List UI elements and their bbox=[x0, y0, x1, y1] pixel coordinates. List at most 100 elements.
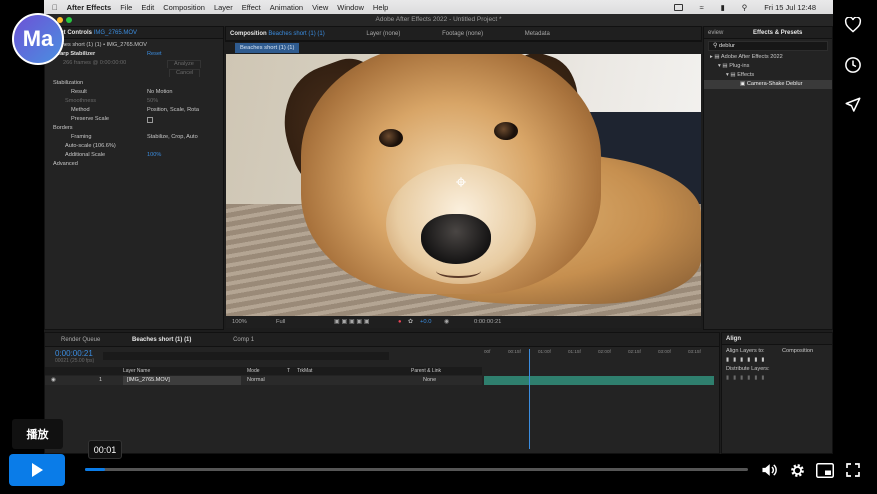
param-smoothness[interactable]: Smoothness 50% bbox=[49, 97, 219, 106]
clock-icon[interactable] bbox=[842, 54, 864, 76]
gear-icon[interactable] bbox=[787, 461, 807, 479]
zoom-icon[interactable] bbox=[66, 17, 72, 23]
color-channel-icon[interactable]: ● bbox=[398, 316, 402, 328]
avatar[interactable]: Ma bbox=[12, 13, 64, 65]
timeline-comp-tab[interactable]: Beaches short (1) (1) bbox=[132, 337, 191, 343]
menu-animation[interactable]: Animation bbox=[270, 3, 303, 12]
playhead[interactable] bbox=[529, 349, 530, 449]
search-icon[interactable]: ⚲ bbox=[742, 3, 748, 12]
menu-view[interactable]: View bbox=[312, 3, 328, 12]
effects-search-value: deblur bbox=[718, 43, 735, 49]
param-borders[interactable]: Borders bbox=[49, 124, 219, 133]
play-button[interactable] bbox=[9, 454, 65, 486]
composition-tab[interactable]: Composition bbox=[230, 31, 267, 37]
menu-window[interactable]: Window bbox=[337, 3, 364, 12]
folder-icon: ▾ ▤ bbox=[726, 72, 738, 78]
param-stabilization[interactable]: Stabilization bbox=[49, 79, 219, 88]
layer-name[interactable]: [IMG_2765.MOV] bbox=[123, 376, 241, 385]
menu-edit[interactable]: Edit bbox=[141, 3, 154, 12]
pip-icon[interactable] bbox=[815, 461, 835, 479]
param-advanced[interactable]: Advanced bbox=[49, 160, 219, 169]
composition-tab-name[interactable]: Beaches short (1) (1) bbox=[268, 31, 324, 37]
layer-tab[interactable]: Layer (none) bbox=[366, 31, 400, 37]
eye-icon[interactable]: ◉ bbox=[51, 376, 56, 385]
cancel-button[interactable]: Cancel bbox=[169, 69, 201, 77]
exposure-icon[interactable]: ✿ bbox=[408, 316, 413, 328]
render-queue-tab[interactable]: Render Queue bbox=[61, 337, 100, 343]
preserve-scale-checkbox[interactable] bbox=[147, 117, 153, 123]
preview-tab[interactable]: eview bbox=[708, 30, 723, 36]
layer-mode-dropdown[interactable]: Normal bbox=[247, 376, 265, 385]
tree-item[interactable]: ▾ ▤ Effects bbox=[704, 71, 832, 80]
distribute-label: Distribute Layers: bbox=[726, 366, 770, 372]
composition-chip[interactable]: Beaches short (1) (1) bbox=[235, 43, 300, 53]
framing-dropdown[interactable]: Stabilize, Crop, Auto bbox=[147, 133, 198, 142]
anchor-point-icon[interactable] bbox=[456, 177, 466, 187]
viewer-toggle-icons[interactable]: ▣▣▣▣▣ bbox=[334, 316, 371, 328]
dog-eye-right bbox=[494, 122, 518, 140]
layer-columns-header: Layer Name Mode T TrkMat Parent & Link bbox=[45, 367, 482, 375]
viewer-timecode[interactable]: 0:00:00:21 bbox=[474, 316, 501, 328]
align-tab[interactable]: Align bbox=[722, 333, 832, 345]
align-to-dropdown[interactable]: Composition bbox=[782, 347, 813, 356]
footage-tab[interactable]: Footage (none) bbox=[442, 31, 483, 37]
volume-icon[interactable] bbox=[759, 461, 779, 479]
tree-item-selected[interactable]: ▣ Camera-Shake Deblur bbox=[704, 80, 832, 89]
param-auto-scale[interactable]: Auto-scale (106.6%) bbox=[49, 142, 219, 151]
screen-record-icon[interactable] bbox=[673, 3, 683, 11]
composition-viewer[interactable] bbox=[226, 54, 701, 316]
result-dropdown[interactable]: No Motion bbox=[147, 88, 209, 97]
progress-bar[interactable] bbox=[85, 468, 748, 471]
fullscreen-icon[interactable] bbox=[843, 461, 863, 479]
battery-icon[interactable]: ▮ bbox=[721, 3, 725, 12]
menu-file[interactable]: File bbox=[120, 3, 132, 12]
tree-item[interactable]: ▸ ▤ Adobe After Effects 2022 bbox=[704, 53, 832, 62]
current-time[interactable]: 0:00:00:21 bbox=[55, 349, 93, 358]
ruler-tick: 01:15f bbox=[568, 349, 581, 354]
wifi-icon[interactable]: ≈ bbox=[700, 3, 704, 12]
layer-parent-dropdown[interactable]: None bbox=[423, 376, 436, 385]
param-result[interactable]: Result No Motion bbox=[49, 88, 219, 97]
menu-after-effects[interactable]: After Effects bbox=[67, 3, 112, 12]
dog-mouth bbox=[436, 264, 481, 278]
menu-effect[interactable]: Effect bbox=[242, 3, 261, 12]
exposure-value[interactable]: +0.0 bbox=[420, 316, 431, 328]
time-ruler[interactable]: 00f 00:15f 01:00f 01:15f 02:00f 02:15f 0… bbox=[484, 349, 716, 357]
align-buttons[interactable]: ▮▮▮▮▮▮ bbox=[722, 356, 832, 365]
resolution-dropdown[interactable]: Full bbox=[276, 316, 285, 328]
zoom-dropdown[interactable]: 100% bbox=[232, 316, 247, 328]
heart-icon[interactable] bbox=[842, 14, 864, 36]
distribute-buttons[interactable]: ▮▮▮▮▮▮ bbox=[722, 374, 832, 383]
param-method[interactable]: Method Position, Scale, Rota bbox=[49, 106, 219, 115]
composition-tabs: Composition Beaches short (1) (1) Layer … bbox=[226, 27, 701, 41]
smoothness-value[interactable]: 50% bbox=[147, 97, 158, 106]
effect-icon: ▣ bbox=[740, 81, 747, 87]
param-framing[interactable]: Framing Stabilize, Crop, Auto bbox=[49, 133, 219, 142]
effect-header[interactable]: Warp Stabilizer Reset bbox=[49, 50, 219, 59]
apple-icon[interactable]:  bbox=[52, 3, 58, 12]
layer-track-bar[interactable] bbox=[484, 376, 714, 385]
comp1-tab[interactable]: Comp 1 bbox=[233, 337, 254, 343]
effect-controls-tab-file: IMG_2765.MOV bbox=[93, 30, 138, 36]
effects-presets-tab[interactable]: Effects & Presets bbox=[753, 30, 802, 36]
menu-composition[interactable]: Composition bbox=[163, 3, 205, 12]
tree-item[interactable]: ▾ ▤ Plug-ins bbox=[704, 62, 832, 71]
menu-help[interactable]: Help bbox=[373, 3, 388, 12]
analyze-button[interactable]: Analyze bbox=[167, 60, 201, 68]
metadata-tab[interactable]: Metadata bbox=[525, 31, 550, 37]
send-icon[interactable] bbox=[842, 94, 864, 116]
method-dropdown[interactable]: Position, Scale, Rota bbox=[147, 106, 199, 115]
reset-link[interactable]: Reset bbox=[147, 50, 162, 59]
menu-layer[interactable]: Layer bbox=[214, 3, 233, 12]
timeline-search-input[interactable] bbox=[103, 352, 389, 360]
snapshot-icon[interactable]: ◉ bbox=[444, 316, 449, 328]
ruler-tick: 03:15f bbox=[688, 349, 701, 354]
param-preserve-scale[interactable]: Preserve Scale bbox=[49, 115, 219, 124]
ruler-tick: 03:00f bbox=[658, 349, 671, 354]
layer-row[interactable]: ◉ 1 [IMG_2765.MOV] Normal None bbox=[45, 376, 482, 385]
effects-search-input[interactable]: ⚲ deblur bbox=[708, 41, 828, 51]
param-additional-scale[interactable]: Additional Scale 100% bbox=[49, 151, 219, 160]
additional-scale-value[interactable]: 100% bbox=[147, 151, 161, 160]
effect-controls-tab[interactable]: Effect Controls IMG_2765.MOV bbox=[45, 27, 223, 39]
align-to-label: Align Layers to: bbox=[726, 348, 765, 354]
